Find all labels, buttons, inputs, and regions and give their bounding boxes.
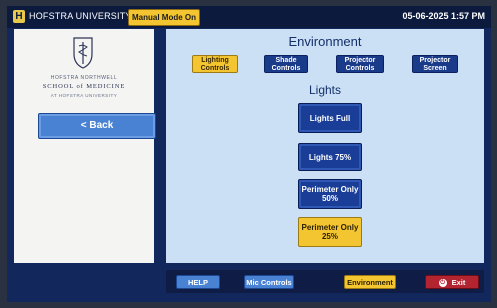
- power-icon: ⏻: [438, 279, 447, 288]
- manual-mode-button[interactable]: Manual Mode On: [128, 9, 200, 26]
- school-name-line3: AT HOFSTRA UNIVERSITY: [50, 93, 118, 98]
- touch-screen: H HOFSTRA UNIVERSITY. Manual Mode On 05-…: [7, 6, 491, 302]
- school-crest-icon: [73, 37, 93, 69]
- perimeter-only-25-button[interactable]: Perimeter Only 25%: [298, 217, 362, 247]
- tab-lighting-controls[interactable]: Lighting Controls: [192, 55, 238, 73]
- tab-shade-controls[interactable]: Shade Controls: [264, 55, 308, 73]
- exit-button[interactable]: ⏻ Exit: [425, 275, 479, 289]
- school-name-line2: SCHOOL of MEDICINE: [42, 83, 126, 90]
- top-bar: H HOFSTRA UNIVERSITY. Manual Mode On 05-…: [7, 6, 491, 28]
- environment-button[interactable]: Environment: [344, 275, 396, 289]
- date-time: 05-06-2025 1:57 PM: [402, 11, 485, 21]
- school-panel: HOFSTRA NORTHWELL SCHOOL of MEDICINE AT …: [14, 29, 156, 263]
- back-button[interactable]: < Back: [38, 113, 156, 139]
- page-title: Environment: [288, 34, 362, 49]
- tab-projector-screen[interactable]: Projector Screen: [412, 55, 458, 73]
- school-name-line1: HOFSTRA NORTHWELL: [50, 75, 118, 81]
- perimeter-only-50-button[interactable]: Perimeter Only 50%: [298, 179, 362, 209]
- environment-panel: Environment Lighting Controls Shade Cont…: [166, 29, 484, 263]
- brand-label: HOFSTRA UNIVERSITY.: [29, 11, 134, 21]
- section-title: Lights: [308, 83, 342, 97]
- tab-projector-controls[interactable]: Projector Controls: [336, 55, 384, 73]
- mic-controls-button[interactable]: Mic Controls: [244, 275, 294, 289]
- exit-label: Exit: [451, 278, 466, 287]
- bottom-bar: HELP Mic Controls Environment ⏻ Exit: [166, 270, 484, 293]
- help-button[interactable]: HELP: [176, 275, 220, 289]
- hofstra-logo-icon: H: [13, 10, 25, 23]
- lights-75-button[interactable]: Lights 75%: [298, 143, 362, 171]
- lights-full-button[interactable]: Lights Full: [298, 103, 362, 133]
